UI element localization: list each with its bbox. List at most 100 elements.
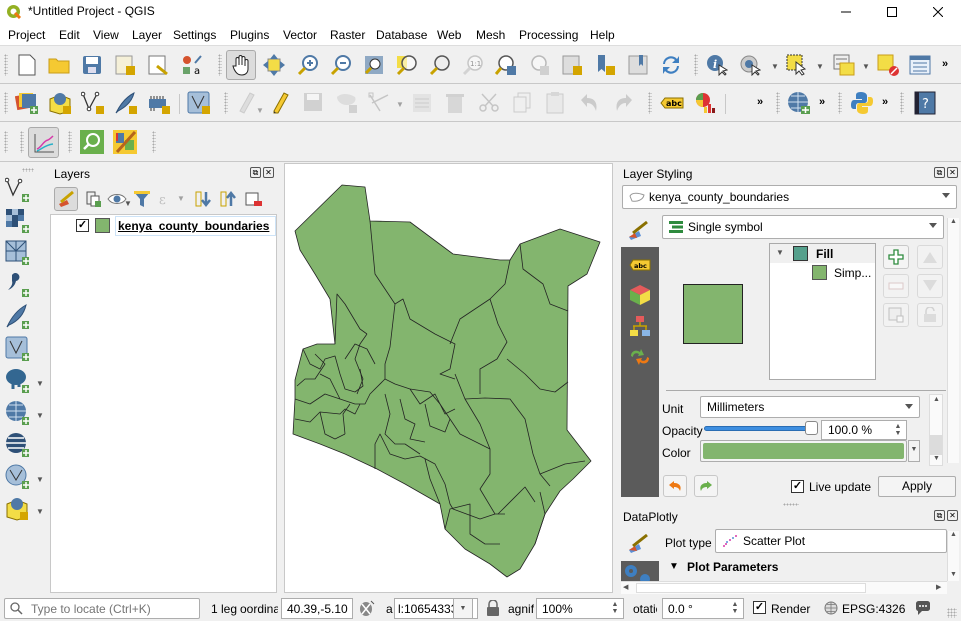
close-button[interactable] [915,0,961,24]
deselect-all-icon[interactable] [876,53,900,77]
toolbar-grip[interactable] [68,131,72,153]
collapse-all-icon[interactable] [216,187,240,211]
toolbar-grip[interactable] [218,54,222,76]
show-bookmarks-icon[interactable] [593,53,617,77]
refresh-icon[interactable] [659,53,683,77]
toolbar-grip[interactable] [838,92,842,114]
chevron-down-icon[interactable]: ▼ [862,62,870,71]
chevron-down-icon[interactable]: ▼ [36,379,44,388]
pan-map-icon[interactable] [226,50,256,80]
toolbar-grip[interactable] [648,92,652,114]
toolbar-more-icon[interactable]: » [819,96,825,108]
python-console-icon[interactable] [850,91,874,115]
add-vector-layer-icon[interactable] [5,177,29,202]
live-update-checkbox[interactable]: ✓ [791,480,804,493]
plot-properties-tab-icon[interactable] [626,531,650,555]
plot-settings-tab[interactable] [621,561,659,581]
float-panel-icon[interactable]: ⧉ [934,167,945,178]
toolbar-grip[interactable] [22,168,34,172]
minimize-button[interactable] [823,0,869,24]
locator-search-field[interactable] [4,598,200,619]
spin-arrows-icon[interactable]: ▲ ▼ [892,423,904,438]
messages-icon[interactable] [913,598,933,618]
qgis2web-icon[interactable] [113,130,137,154]
chevron-down-icon[interactable]: ▼ [36,475,44,484]
scrollbar-thumb[interactable] [636,583,866,593]
menu-vector[interactable]: Vector [283,28,317,42]
chevron-down-icon[interactable]: ▼ [36,507,44,516]
layer-visibility-checkbox[interactable]: ✓ [76,219,89,232]
remove-symbol-layer-button[interactable] [883,274,909,298]
collapse-arrow-icon[interactable]: ▼ [669,561,679,572]
renderer-type-combo[interactable]: Single symbol [662,215,944,239]
undo-icon[interactable] [578,91,602,115]
new-virtual-layer-icon[interactable] [187,91,211,115]
toolbar-more-icon[interactable]: » [882,96,888,108]
duplicate-symbol-layer-button[interactable] [883,303,909,327]
diagram-icon[interactable] [694,91,718,115]
toolbar-grip[interactable] [152,131,156,153]
scroll-left-icon[interactable]: ◀ [623,583,628,591]
new-project-icon[interactable] [15,53,39,77]
toolbar-grip[interactable] [776,92,780,114]
color-button[interactable] [700,440,907,462]
menu-project[interactable]: Project [8,28,45,42]
symbol-tree-item-simple-fill[interactable]: Simp... [770,263,875,282]
rotation-spinbox[interactable]: 0.0 ° ▲ ▼ [662,598,744,619]
add-raster-layer-icon[interactable] [5,209,29,233]
toggle-extents-icon[interactable] [356,598,376,618]
menu-database[interactable]: Database [376,28,427,42]
close-panel-icon[interactable]: ✕ [947,510,958,521]
layer-symbol-swatch[interactable] [95,218,110,233]
data-source-manager-icon[interactable] [15,91,39,115]
filter-by-expression-icon[interactable]: ε [154,187,178,211]
3d-view-tab-icon[interactable] [628,283,652,307]
run-feature-action-icon[interactable] [738,53,762,77]
select-features-icon[interactable] [785,53,809,77]
modify-attributes-icon[interactable] [411,91,435,115]
opacity-spinbox[interactable]: 100.0 % ▲ ▼ [821,420,907,440]
toolbar-grip[interactable] [20,131,24,153]
scroll-up-icon[interactable]: ▲ [950,531,957,538]
dataplotly-vscrollbar[interactable]: ▲ ▼ [947,531,959,581]
zoom-to-layer-icon[interactable] [428,53,452,77]
scroll-right-icon[interactable]: ▶ [936,583,941,591]
zoom-full-icon[interactable] [362,53,386,77]
toolbar-grip[interactable] [694,54,698,76]
menu-processing[interactable]: Processing [519,28,578,42]
toolbar-more-icon[interactable]: » [942,58,948,70]
add-symbol-layer-button[interactable] [883,245,909,269]
remove-layer-icon[interactable] [241,187,265,211]
spin-arrows-icon[interactable]: ▲ ▼ [729,601,741,616]
lock-scale-icon[interactable] [484,598,502,618]
layer-name[interactable]: kenya_county_boundaries [118,219,269,233]
locator-input[interactable] [31,601,191,616]
menu-edit[interactable]: Edit [59,28,80,42]
lock-color-button[interactable] [917,303,943,327]
add-delimited-text-layer-icon[interactable] [5,273,29,297]
chevron-down-icon[interactable]: ▼ [177,194,185,203]
labels-tab-icon[interactable]: abc [628,253,652,277]
filter-legend-icon[interactable] [130,187,154,211]
locator-search-icon[interactable] [80,130,104,154]
zoom-in-icon[interactable] [296,53,320,77]
add-geopackage-layer-icon[interactable] [5,497,29,521]
scroll-up-icon[interactable]: ▲ [950,218,957,225]
zoom-next-icon[interactable] [527,53,551,77]
toolbar-grip[interactable] [224,92,228,114]
kenya-map[interactable] [285,164,614,594]
add-polygon-feature-icon[interactable] [335,91,359,115]
menu-mesh[interactable]: Mesh [476,28,505,42]
float-panel-icon[interactable]: ⧉ [934,510,945,521]
copy-features-icon[interactable] [511,91,535,115]
toolbar-grip[interactable] [4,54,8,76]
plot-parameters-section[interactable]: Plot Parameters [687,560,778,574]
magnifier-spinbox[interactable]: 100% ▲ ▼ [536,598,624,619]
menu-layer[interactable]: Layer [132,28,162,42]
metasearch-icon[interactable] [787,91,811,115]
redo-icon[interactable] [611,91,635,115]
new-print-layout-icon[interactable] [113,53,137,77]
mask-tab-icon[interactable] [628,314,652,338]
unit-combo[interactable]: Millimeters [700,396,920,418]
opacity-slider-track[interactable] [704,426,812,431]
